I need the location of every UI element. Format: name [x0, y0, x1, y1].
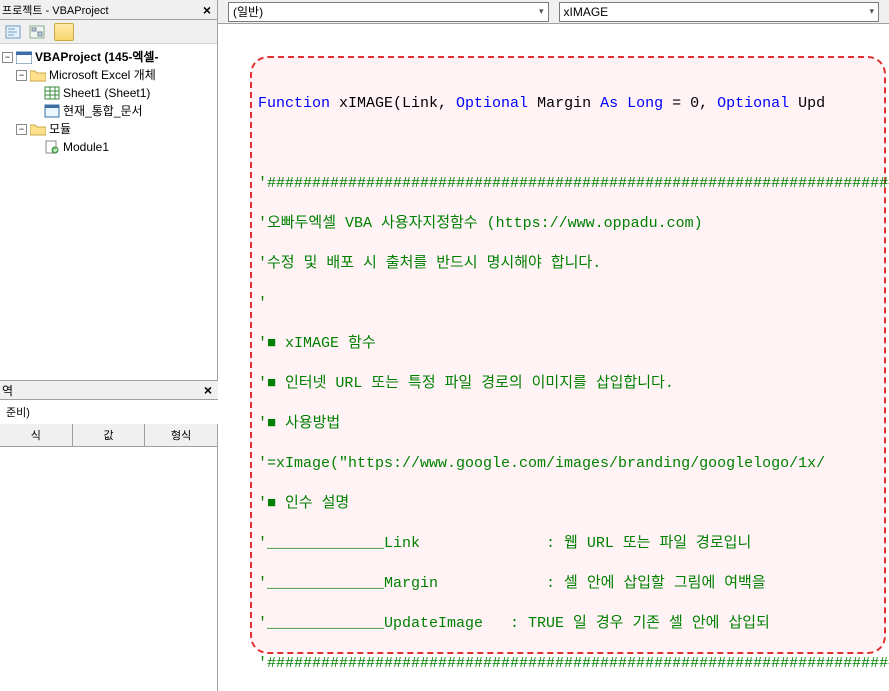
- properties-body: 준비) 식 값 형식: [0, 400, 218, 447]
- properties-tabs: 식 값 형식: [0, 424, 218, 447]
- code-comment: ': [258, 294, 889, 314]
- module-icon: [44, 140, 60, 154]
- code-comment: '■ 사용방법: [258, 414, 889, 434]
- close-icon[interactable]: ×: [200, 382, 216, 398]
- tree-sheet1-label: Sheet1 (Sheet1): [63, 84, 150, 102]
- code-comment: '■ 인수 설명: [258, 494, 889, 514]
- properties-tab-value[interactable]: 값: [73, 424, 146, 446]
- chevron-down-icon: ▾: [539, 6, 544, 17]
- code-comment: '_____________Margin : 셀 안에 삽입할 그림에 여백을: [258, 574, 889, 594]
- project-explorer-title: 프로젝트 - VBAProject: [2, 2, 109, 18]
- code-text: Function: [258, 95, 330, 112]
- properties-header: 역 ×: [0, 380, 218, 400]
- folder-icon: [30, 68, 46, 82]
- code-comment: '=xImage("https://www.google.com/images/…: [258, 454, 889, 474]
- code-text: = 0,: [663, 95, 717, 112]
- collapse-icon[interactable]: −: [2, 52, 13, 63]
- close-icon[interactable]: ×: [199, 2, 215, 18]
- properties-status: 준비): [0, 400, 218, 424]
- code-comment: '#######################################…: [258, 174, 889, 194]
- tree-root[interactable]: − VBAProject (145-엑셀-: [2, 48, 215, 66]
- project-tree[interactable]: − VBAProject (145-엑셀- − Microsoft Excel …: [0, 44, 217, 364]
- code-editor[interactable]: Function xIMAGE(Link, Optional Margin As…: [218, 24, 889, 684]
- tree-folder-modules[interactable]: − 모듈: [2, 120, 215, 138]
- tree-root-label: VBAProject (145-엑셀-: [35, 48, 158, 66]
- code-comment: '수정 및 배포 시 출처를 반드시 명시해야 합니다.: [258, 254, 889, 274]
- object-dropdown-value: (일반): [233, 3, 263, 20]
- code-text: Optional: [456, 95, 528, 112]
- procedure-dropdown[interactable]: xIMAGE ▾: [559, 2, 880, 22]
- code-text: Optional: [717, 95, 789, 112]
- code-text: As Long: [600, 95, 663, 112]
- folder-icon: [30, 122, 46, 136]
- tree-workbook-label: 현재_통합_문서: [63, 102, 143, 120]
- tree-module1-label: Module1: [63, 138, 109, 156]
- code-comment: '■ xIMAGE 함수: [258, 334, 889, 354]
- object-dropdown[interactable]: (일반) ▾: [228, 2, 549, 22]
- code-comment: '#######################################…: [258, 654, 889, 674]
- procedure-dropdown-value: xIMAGE: [564, 5, 609, 19]
- code-text: Upd: [789, 95, 825, 112]
- view-code-icon[interactable]: [4, 23, 22, 41]
- code-text: xIMAGE(Link,: [330, 95, 456, 112]
- code-dropdown-bar: (일반) ▾ xIMAGE ▾: [218, 0, 889, 24]
- tree-folder-msexcel[interactable]: − Microsoft Excel 개체: [2, 66, 215, 84]
- collapse-icon[interactable]: −: [16, 70, 27, 81]
- code-comment: '_____________UpdateImage : TRUE 일 경우 기존…: [258, 614, 889, 634]
- properties-tab-alpha[interactable]: 식: [0, 424, 73, 446]
- code-comment: '_____________Link : 웹 URL 또는 파일 경로입니: [258, 534, 889, 554]
- view-object-icon[interactable]: [28, 23, 46, 41]
- code-text: Margin: [528, 95, 600, 112]
- tree-item-module1[interactable]: Module1: [2, 138, 215, 156]
- project-icon: [16, 50, 32, 64]
- code-panel: (일반) ▾ xIMAGE ▾ Function xIMAGE(Link, Op…: [218, 0, 889, 691]
- sheet-icon: [44, 86, 60, 100]
- properties-title: 역: [2, 382, 13, 399]
- properties-tab-type[interactable]: 형식: [145, 424, 218, 446]
- project-explorer-toolbar: [0, 20, 217, 44]
- tree-modules-label: 모듈: [49, 120, 71, 138]
- tree-item-sheet1[interactable]: Sheet1 (Sheet1): [2, 84, 215, 102]
- tree-msexcel-label: Microsoft Excel 개체: [49, 66, 156, 84]
- project-explorer-panel: 프로젝트 - VBAProject × − VBAProject (145-엑셀…: [0, 0, 218, 691]
- code-comment: '■ 인터넷 URL 또는 특정 파일 경로의 이미지를 삽입합니다.: [258, 374, 889, 394]
- code-comment: '오빠두엑셀 VBA 사용자지정함수 (https://www.oppadu.c…: [258, 214, 889, 234]
- workbook-icon: [44, 104, 60, 118]
- project-explorer-header: 프로젝트 - VBAProject ×: [0, 0, 217, 20]
- folder-toggle-icon[interactable]: [54, 23, 74, 41]
- chevron-down-icon: ▾: [869, 6, 874, 17]
- collapse-icon[interactable]: −: [16, 124, 27, 135]
- tree-item-workbook[interactable]: 현재_통합_문서: [2, 102, 215, 120]
